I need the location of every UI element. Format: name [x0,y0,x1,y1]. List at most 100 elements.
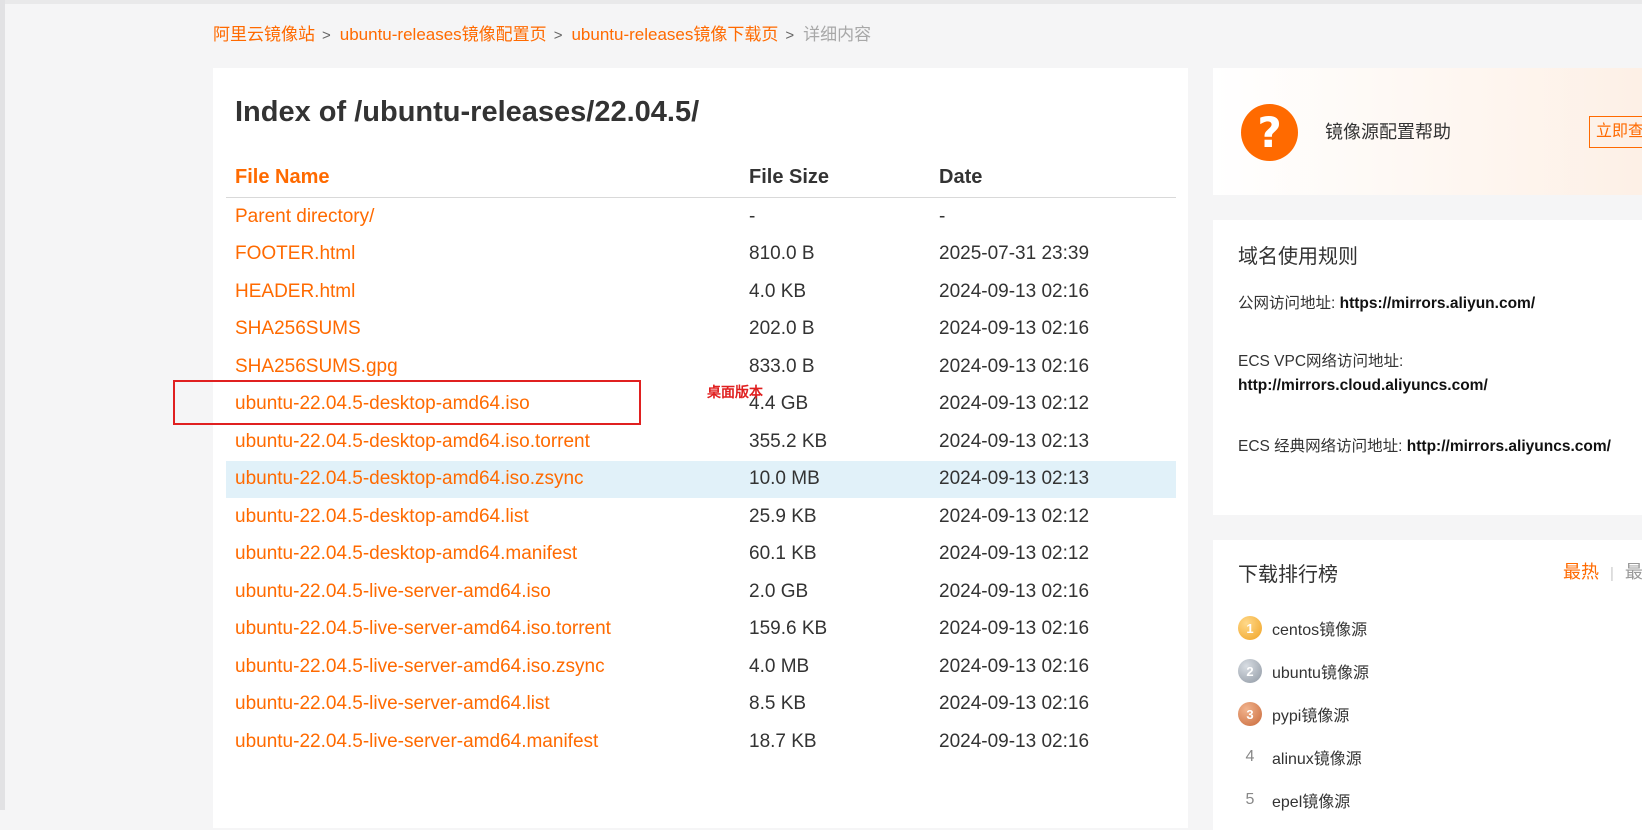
table-body: Parent directory/ - - FOOTER.html 810.0 B 202… [226,198,1176,761]
domain-rules-card: 域名使用规则 公网访问地址: https://mirrors.aliyun.co… [1213,220,1642,515]
gold-medal-icon: 1 [1238,616,1262,640]
table-row: SHA256SUMS 202.0 B 2024-09-13 02:16 [226,311,1176,349]
file-size-cell: 810.0 B [749,243,815,265]
ranking-item[interactable]: 4 alinux镜像源 [1238,743,1362,771]
ranking-item-name: pypi镜像源 [1272,708,1350,725]
breadcrumb-link-download-page[interactable]: ubuntu-releases镜像下载页 [571,25,778,44]
help-text: 镜像源配置帮助 [1325,122,1451,142]
file-size-cell: 25.9 KB [749,505,817,527]
ranking-item-name: ubuntu镜像源 [1272,665,1369,682]
file-link[interactable]: ubuntu-22.04.5-desktop-amd64.iso.torrent [235,431,590,452]
file-name-cell: SHA256SUMS [226,318,749,340]
file-date-cell: 2024-09-13 02:16 [939,618,1090,640]
file-name-cell: FOOTER.html [226,243,749,265]
file-link[interactable]: Parent directory/ [235,206,374,227]
rank-number: 4 [1245,748,1255,765]
file-name-cell: SHA256SUMS.gpg [226,356,749,378]
file-size-cell: 355.2 KB [749,430,828,452]
public-address-url[interactable]: https://mirrors.aliyun.com/ [1340,295,1536,312]
breadcrumb-separator: > [553,27,563,44]
file-link[interactable]: ubuntu-22.04.5-desktop-amd64.iso [235,393,530,414]
file-date-cell: 2024-09-13 02:13 [939,468,1090,490]
file-link[interactable]: ubuntu-22.04.5-desktop-amd64.manifest [235,543,577,564]
tab-divider: | [1610,565,1614,582]
file-date-cell: 2024-09-13 02:16 [939,280,1090,302]
file-date-cell: 2024-09-13 02:12 [939,393,1090,415]
vpc-address-line: http://mirrors.cloud.aliyuncs.com/ [1238,377,1488,395]
domain-rules-title: 域名使用规则 [1238,246,1358,268]
file-date-cell: 2024-09-13 02:12 [939,543,1090,565]
file-date-cell: 2024-09-13 02:12 [939,505,1090,527]
table-row: ubuntu-22.04.5-live-server-amd64.iso.tor… [226,611,1176,649]
file-link[interactable]: ubuntu-22.04.5-live-server-amd64.iso [235,581,551,602]
file-link[interactable]: ubuntu-22.04.5-live-server-amd64.iso.zsy… [235,656,605,677]
table-row: ubuntu-22.04.5-desktop-amd64.manifest 60.… [226,536,1176,574]
ranking-tabs: 最热 | 最 [1563,558,1642,584]
ranking-item[interactable]: 3 pypi镜像源 [1238,700,1349,728]
table-row: ubuntu-22.04.5-live-server-amd64.iso 2.0 … [226,573,1176,611]
breadcrumb-link-home[interactable]: 阿里云镜像站 [213,25,315,44]
table-row: ubuntu-22.04.5-live-server-amd64.list 8.5… [226,686,1176,724]
file-link[interactable]: ubuntu-22.04.5-live-server-amd64.iso.tor… [235,618,611,639]
file-link[interactable]: SHA256SUMS.gpg [235,356,398,377]
classic-address-line: ECS 经典网络访问地址: http://mirrors.aliyuncs.co… [1238,434,1611,456]
file-name-cell: ubuntu-22.04.5-desktop-amd64.iso.torrent [226,431,749,453]
table-row: SHA256SUMS.gpg 833.0 B 2024-09-13 02:16 [226,348,1176,386]
table-row: Parent directory/ - - [226,198,1176,236]
view-now-button[interactable]: 立即查 [1589,116,1642,148]
file-link[interactable]: ubuntu-22.04.5-live-server-amd64.manifes… [235,731,598,752]
file-name-cell: ubuntu-22.04.5-desktop-amd64.iso [226,393,749,415]
file-name-cell: Parent directory/ [226,206,749,228]
left-edge-divider [0,0,5,810]
file-date-cell: 2024-09-13 02:16 [939,580,1090,602]
breadcrumb-link-config-page[interactable]: ubuntu-releases镜像配置页 [340,25,547,44]
file-link[interactable]: ubuntu-22.04.5-desktop-amd64.iso.zsync [235,468,584,489]
file-name-cell: ubuntu-22.04.5-live-server-amd64.iso.zsy… [226,656,749,678]
table-row: FOOTER.html 810.0 B 2025-07-31 23:39 [226,236,1176,274]
file-date-cell: 2024-09-13 02:16 [939,318,1090,340]
question-icon: ? [1241,104,1298,161]
file-link[interactable]: ubuntu-22.04.5-desktop-amd64.list [235,506,529,527]
file-link[interactable]: FOOTER.html [235,243,355,264]
breadcrumb-current: 详细内容 [803,25,872,44]
file-size-cell: 4.4 GB [749,393,809,415]
table-row: HEADER.html 4.0 KB 2024-09-13 02:16 [226,273,1176,311]
file-name-cell: ubuntu-22.04.5-desktop-amd64.iso.zsync [226,468,749,490]
file-date-cell: 2024-09-13 02:16 [939,355,1090,377]
breadcrumb: 阿里云镜像站 > ubuntu-releases镜像配置页 > ubuntu-relea… [213,22,871,49]
tab-hottest[interactable]: 最热 [1563,562,1599,582]
bronze-medal-icon: 3 [1238,702,1262,726]
classic-address-url[interactable]: http://mirrors.aliyuncs.com/ [1407,438,1611,455]
file-link[interactable]: ubuntu-22.04.5-live-server-amd64.list [235,693,550,714]
rank-number: 5 [1245,791,1255,808]
file-size-cell: 159.6 KB [749,618,828,640]
file-size-cell: 4.0 MB [749,655,810,677]
ranking-title: 下载排行榜 [1238,564,1338,586]
file-link[interactable]: SHA256SUMS [235,318,361,339]
ranking-item-name: centos镜像源 [1272,622,1368,639]
file-name-cell: ubuntu-22.04.5-desktop-amd64.list [226,506,749,528]
file-date-cell: 2024-09-13 02:16 [939,730,1090,752]
ranking-item[interactable]: 1 centos镜像源 [1238,614,1367,642]
table-row: ubuntu-22.04.5-live-server-amd64.manifes… [226,723,1176,761]
silver-medal-icon: 2 [1238,659,1262,683]
file-index-card: Index of /ubuntu-releases/22.04.5/ File … [213,68,1188,828]
file-name-cell: ubuntu-22.04.5-live-server-amd64.manifes… [226,731,749,753]
file-size-cell: 18.7 KB [749,730,817,752]
vpc-address-url[interactable]: http://mirrors.cloud.aliyuncs.com/ [1238,377,1488,394]
help-card: ? 镜像源配置帮助 立即查 [1213,68,1642,195]
tab-latest[interactable]: 最 [1625,562,1642,582]
file-link[interactable]: HEADER.html [235,281,355,302]
file-name-cell: ubuntu-22.04.5-live-server-amd64.iso.tor… [226,618,749,640]
header-date: Date [939,166,983,188]
file-size-cell: - [749,205,756,227]
file-table: File Name File Size Date Parent director… [226,158,1176,761]
file-name-cell: HEADER.html [226,281,749,303]
table-row: ubuntu-22.04.5-desktop-amd64.iso.torrent… [226,423,1176,461]
file-name-cell: ubuntu-22.04.5-live-server-amd64.list [226,693,749,715]
table-row: ubuntu-22.04.5-desktop-amd64.list 25.9 KB… [226,498,1176,536]
file-date-cell: 2025-07-31 23:39 [939,243,1090,265]
header-file-name: File Name [235,166,330,188]
ranking-item[interactable]: 2 ubuntu镜像源 [1238,657,1369,685]
file-size-cell: 4.0 KB [749,280,807,302]
